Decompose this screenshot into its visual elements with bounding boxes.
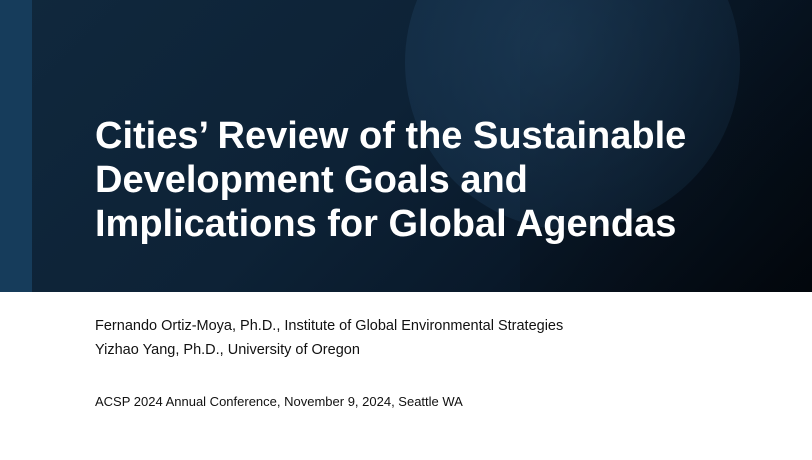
accent-strip <box>0 0 32 292</box>
title-line-1: Cities’ Review of the Sustainable <box>95 115 687 157</box>
title-slide: Cities’ Review of the Sustainable Develo… <box>0 0 812 460</box>
author-list: Fernando Ortiz-Moya, Ph.D., Institute of… <box>95 314 563 362</box>
conference-info: ACSP 2024 Annual Conference, November 9,… <box>95 394 463 409</box>
header-band: Cities’ Review of the Sustainable Develo… <box>0 0 812 292</box>
title-line-2: Development Goals and <box>95 159 528 201</box>
author-1: Fernando Ortiz-Moya, Ph.D., Institute of… <box>95 318 564 334</box>
title-line-3: Implications for Global Agendas <box>95 203 677 245</box>
slide-title: Cities’ Review of the Sustainable Develo… <box>95 114 795 246</box>
author-2: Yizhao Yang, Ph.D., University of Oregon <box>95 342 360 358</box>
